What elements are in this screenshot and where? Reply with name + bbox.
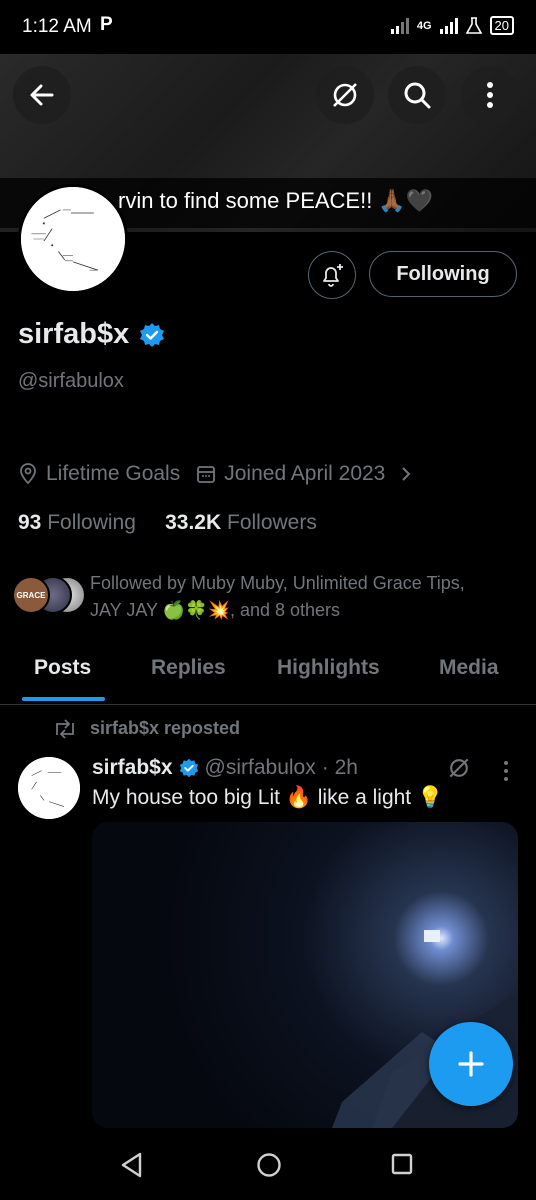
post-author-avatar[interactable]: [18, 757, 80, 819]
more-button[interactable]: [461, 66, 519, 124]
tab-replies[interactable]: Replies: [151, 656, 226, 680]
post-author-handle[interactable]: @sirfabulox: [205, 756, 316, 780]
signal-icon: [390, 17, 409, 34]
post-text: My house too big Lit 🔥 like a light 💡: [92, 786, 444, 809]
carrier-p-icon: P: [100, 14, 113, 35]
tab-posts[interactable]: Posts: [34, 656, 91, 680]
followed-by-text[interactable]: Followed by Muby Muby, Unlimited Grace T…: [90, 570, 520, 624]
grok-button[interactable]: [316, 66, 374, 124]
profile-avatar[interactable]: [18, 184, 128, 294]
profile-meta: Lifetime Goals Joined April 2023: [18, 462, 413, 486]
following-link[interactable]: 93 Following: [18, 511, 136, 534]
active-tab-indicator: [22, 697, 105, 701]
tab-highlights[interactable]: Highlights: [277, 656, 380, 680]
grok-icon[interactable]: [446, 755, 472, 781]
chevron-right-icon[interactable]: [399, 465, 413, 483]
followers-link[interactable]: 33.2K Followers: [165, 511, 317, 534]
status-right-icons: 4G 20: [390, 16, 514, 35]
tab-media[interactable]: Media: [439, 656, 499, 680]
status-time: 1:12 AM: [22, 16, 92, 37]
bell-plus-icon: [323, 264, 343, 287]
verified-badge-icon: [140, 322, 165, 347]
compose-button[interactable]: [429, 1022, 513, 1106]
post-author-name[interactable]: sirfab$x: [92, 756, 173, 780]
notify-button[interactable]: [308, 251, 356, 299]
flask-icon: [465, 16, 482, 34]
follow-counts: 93 Following 33.2K Followers: [18, 511, 317, 535]
battery-indicator: 20: [489, 16, 514, 35]
mini-avatar-1: GRACE: [12, 576, 50, 614]
plus-icon: [458, 1051, 484, 1077]
banner-caption: rvin to find some PEACE!! 🙏🏾🖤: [118, 188, 434, 213]
grok-icon: [333, 83, 357, 107]
post-more-icon[interactable]: [502, 760, 510, 782]
display-name: sirfab$x: [18, 318, 130, 350]
profile-name: sirfab$x: [18, 318, 165, 351]
profile-handle: @sirfabulox: [18, 370, 124, 392]
system-nav-bar: [0, 1128, 536, 1200]
nav-home-icon[interactable]: [256, 1152, 282, 1178]
followed-by-avatars[interactable]: GRACE: [12, 576, 86, 614]
back-button[interactable]: [13, 66, 71, 124]
search-icon: [404, 82, 431, 109]
nav-back-icon[interactable]: [120, 1152, 144, 1178]
post-avatar-sketch: [18, 757, 80, 819]
joined-text: Joined April 2023: [224, 462, 386, 485]
profile-tabs: Posts Replies Highlights Media: [0, 640, 536, 705]
verified-badge-icon: [179, 758, 198, 778]
calendar-icon: [197, 466, 216, 483]
search-button[interactable]: [388, 66, 446, 124]
signal-icon-2: [439, 17, 458, 34]
repost-indicator: sirfab$x reposted: [52, 718, 240, 739]
repost-icon: [56, 718, 74, 739]
network-label: 4G: [416, 19, 432, 32]
location-text: Lifetime Goals: [46, 462, 181, 485]
avatar-sketch-image: [21, 187, 125, 291]
status-bar: 1:12 AM P 4G 20: [0, 0, 536, 56]
repost-label: sirfab$x reposted: [90, 718, 241, 738]
arrow-left-icon: [30, 84, 54, 106]
location-pin-icon: [20, 463, 36, 485]
nav-recents-icon[interactable]: [391, 1153, 413, 1175]
post-time: · 2h: [321, 756, 358, 779]
more-vertical-icon: [487, 82, 493, 108]
post-header: sirfab$x @sirfabulox · 2h: [92, 756, 358, 780]
following-button[interactable]: Following: [369, 251, 517, 297]
